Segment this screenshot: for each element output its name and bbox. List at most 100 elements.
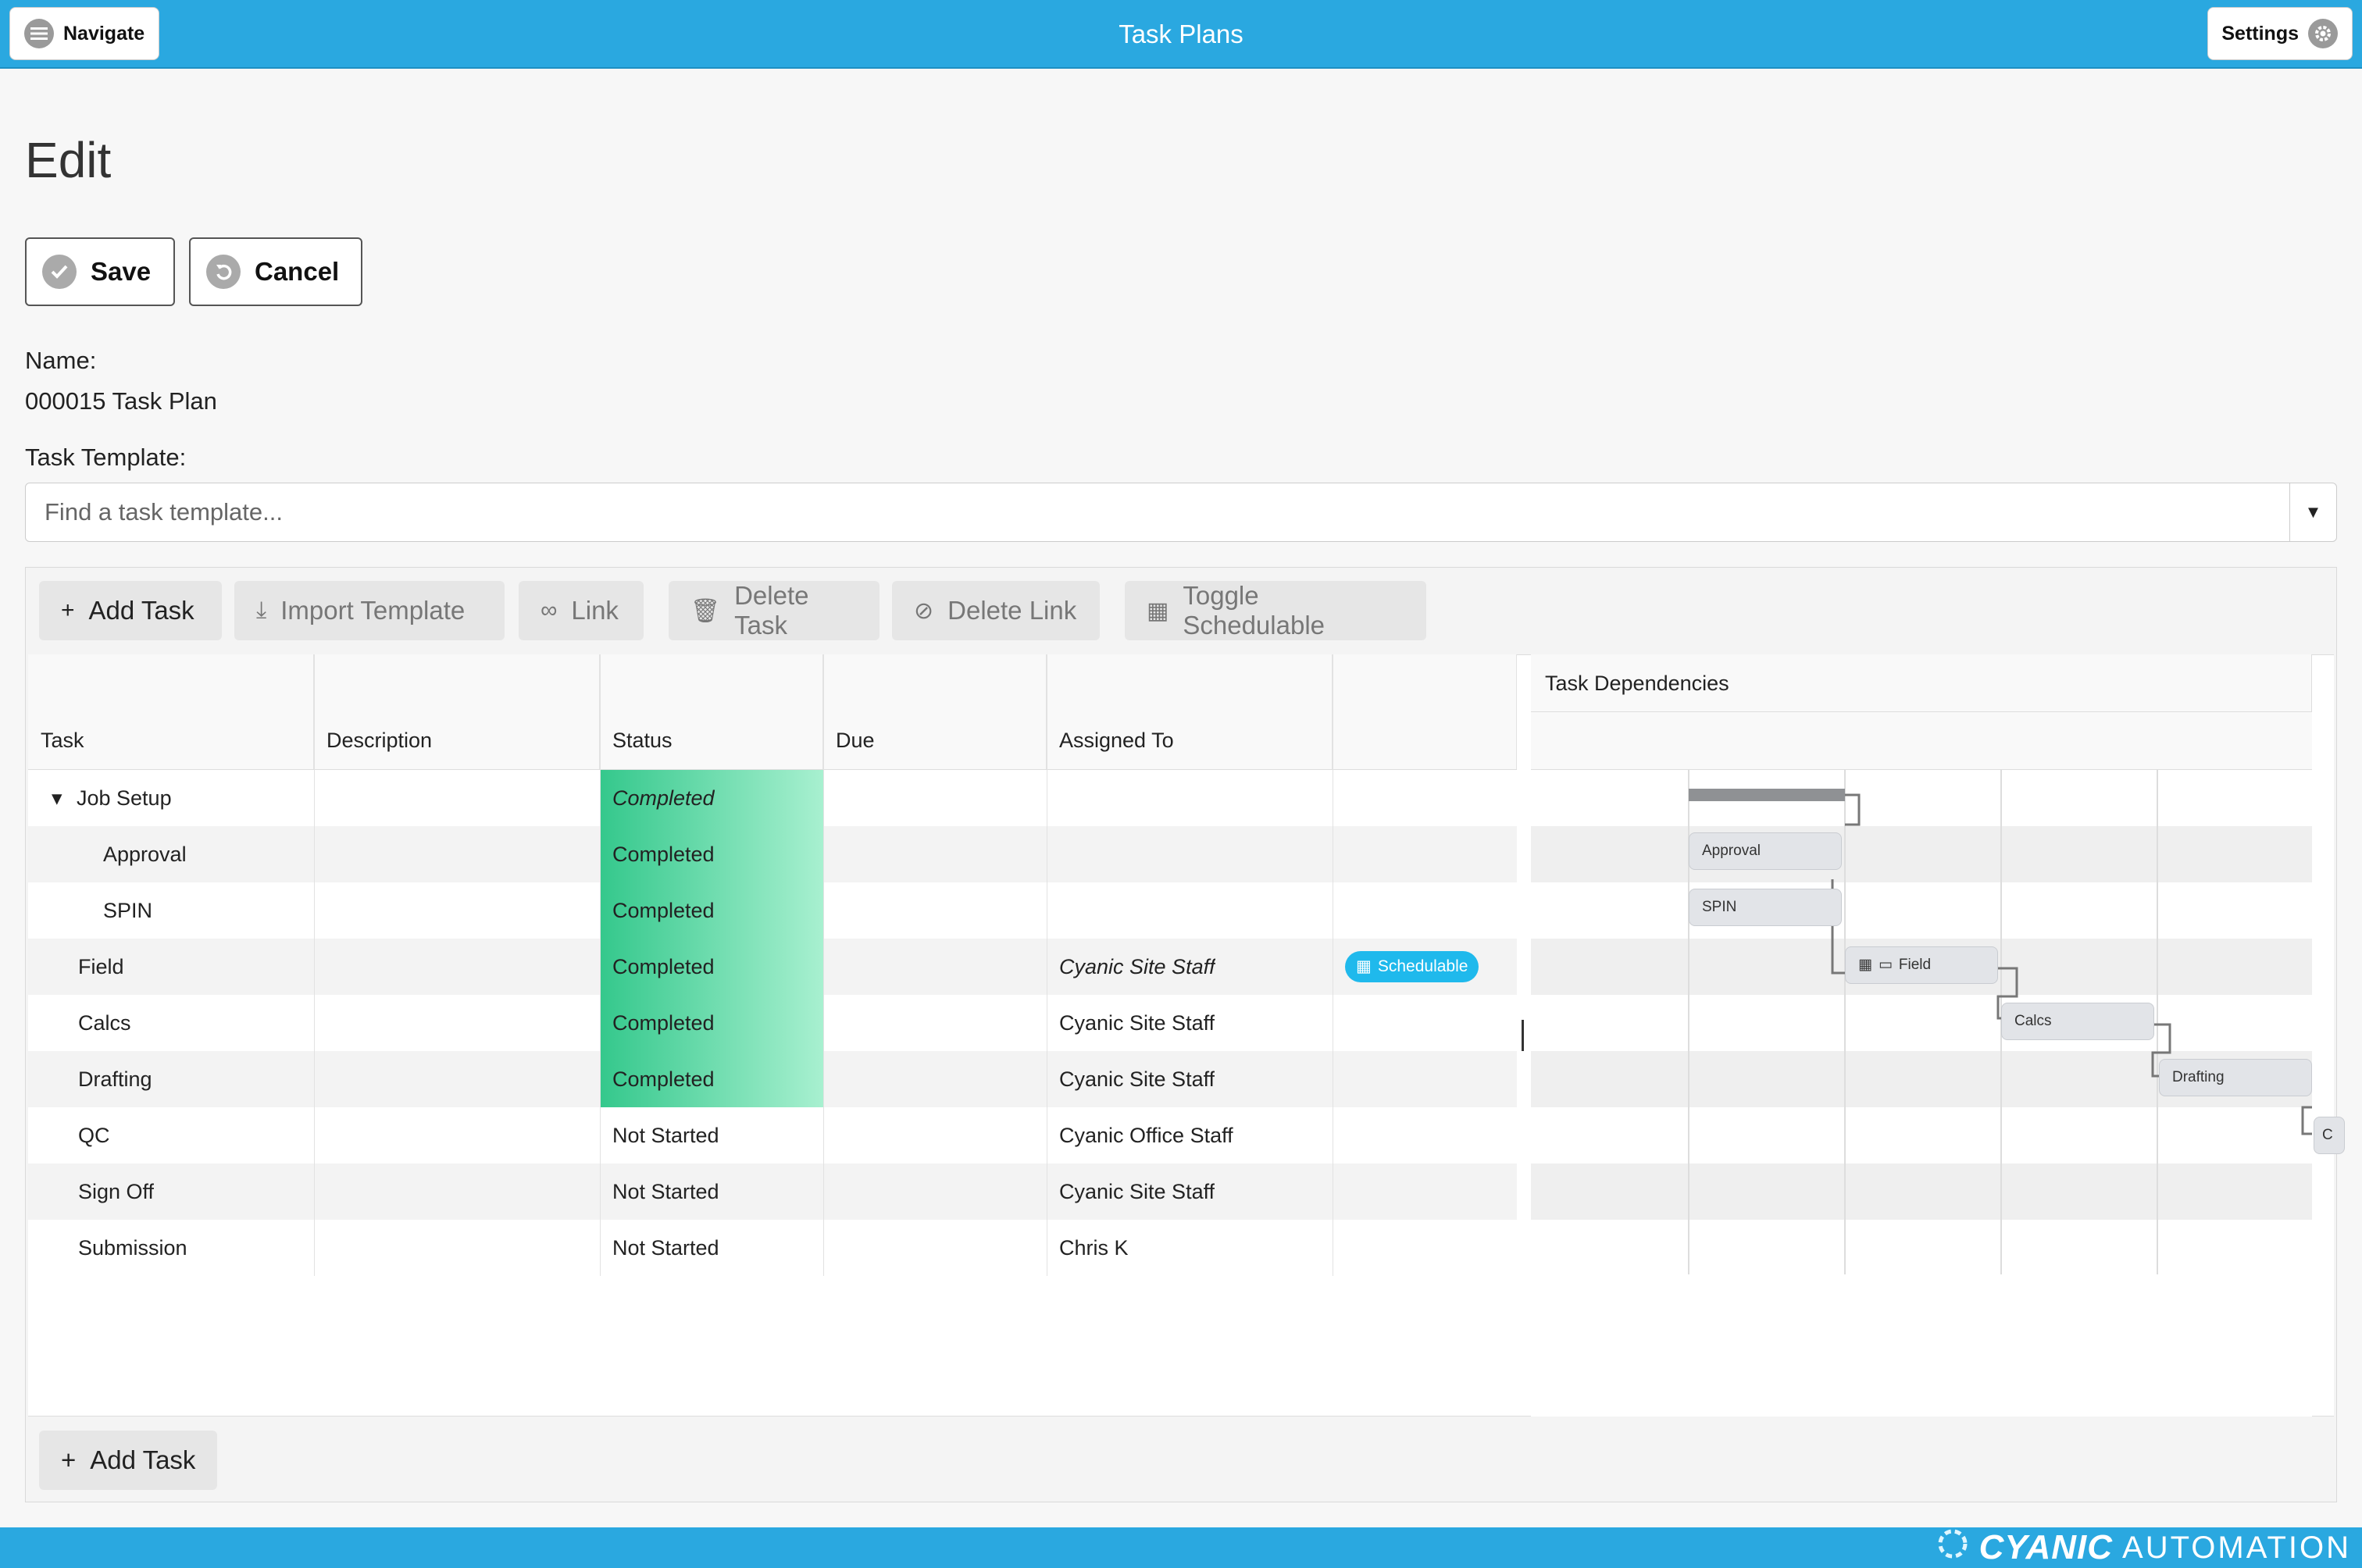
table-row[interactable]: Field Completed Cyanic Site Staff ▦ Sche… bbox=[28, 939, 1517, 995]
dropdown-caret-icon[interactable]: ▼ bbox=[2289, 483, 2336, 541]
brand-swirl-icon bbox=[1936, 1527, 1970, 1568]
col-divider bbox=[600, 654, 601, 1276]
save-button[interactable]: Save bbox=[25, 237, 175, 306]
gantt-bar-label: Field bbox=[1898, 957, 1932, 973]
delete-link-label: Delete Link bbox=[947, 596, 1077, 625]
status-value: Completed bbox=[612, 843, 715, 866]
status-value: Not Started bbox=[612, 1180, 719, 1203]
gantt-bar-label: Drafting bbox=[2172, 1069, 2225, 1085]
import-template-button[interactable]: ⤓ Import Template bbox=[234, 581, 505, 640]
navigate-label: Navigate bbox=[63, 22, 145, 45]
col-status-header[interactable]: Status bbox=[600, 654, 823, 770]
top-bar: Task Plans bbox=[0, 0, 2362, 69]
table-row[interactable]: SPIN Completed bbox=[28, 882, 1517, 939]
delete-link-button[interactable]: ⊘ Delete Link bbox=[892, 581, 1100, 640]
gantt-bar-spin[interactable]: SPIN bbox=[1689, 889, 1842, 926]
table-row[interactable]: Drafting Completed Cyanic Site Staff bbox=[28, 1051, 1517, 1107]
cancel-button[interactable]: Cancel bbox=[189, 237, 362, 306]
gantt-bar-qc[interactable]: C bbox=[2314, 1117, 2345, 1154]
status-value: Completed bbox=[612, 955, 715, 978]
app-title: Task Plans bbox=[1119, 20, 1243, 48]
brand-subtext: AUTOMATION bbox=[2122, 1530, 2351, 1565]
menu-icon bbox=[24, 19, 54, 48]
add-task-button[interactable]: + Add Task bbox=[39, 581, 222, 640]
status-value: Not Started bbox=[612, 1124, 719, 1147]
col-status-label: Status bbox=[612, 729, 673, 752]
assigned-value: Chris K bbox=[1059, 1236, 1129, 1260]
plus-icon: + bbox=[61, 597, 75, 623]
name-label: Name: bbox=[25, 347, 97, 374]
import-template-label: Import Template bbox=[280, 596, 466, 625]
gantt-chart[interactable]: Approval SPIN ▦ ▭ Field Calcs Drafting C bbox=[1531, 770, 2345, 1417]
task-name: Field bbox=[78, 955, 124, 978]
col-assigned-label: Assigned To bbox=[1059, 729, 1174, 752]
link-icon: ∞ bbox=[541, 597, 558, 623]
unlink-icon: ⊘ bbox=[914, 597, 934, 624]
gantt-bar-calcs[interactable]: Calcs bbox=[2001, 1003, 2154, 1040]
delete-task-label: Delete Task bbox=[734, 581, 809, 640]
assigned-value: Cyanic Site Staff bbox=[1059, 1011, 1215, 1035]
delete-task-button[interactable]: 🗑 Delete Task bbox=[669, 581, 880, 640]
timeline-scale-header bbox=[1531, 712, 2312, 770]
add-task-label: Add Task bbox=[88, 596, 194, 625]
table-row[interactable]: Submission Not Started Chris K bbox=[28, 1220, 1517, 1276]
grid-resizer-handle[interactable] bbox=[1522, 1020, 1524, 1051]
plus-icon: + bbox=[61, 1445, 77, 1474]
dependencies-label: Task Dependencies bbox=[1545, 672, 1729, 695]
template-label: Task Template: bbox=[25, 444, 187, 471]
check-icon bbox=[42, 255, 77, 289]
col-extra-header bbox=[1333, 654, 1517, 770]
save-label: Save bbox=[91, 257, 152, 286]
name-value: 000015 Task Plan bbox=[25, 387, 217, 415]
gantt-bar-label: Calcs bbox=[2014, 1013, 2052, 1029]
status-value: Completed bbox=[612, 1011, 715, 1035]
task-name: SPIN bbox=[103, 899, 153, 922]
status-value: Not Started bbox=[612, 1236, 719, 1260]
task-template-input[interactable] bbox=[26, 483, 2288, 541]
gantt-bar-field[interactable]: ▦ ▭ Field bbox=[1845, 946, 1998, 984]
gantt-bar-label: Approval bbox=[1702, 843, 1761, 859]
undo-icon bbox=[206, 255, 241, 289]
gantt-bar-drafting[interactable]: Drafting bbox=[2159, 1059, 2312, 1096]
comment-icon: ▭ bbox=[1878, 957, 1893, 973]
col-description-label: Description bbox=[326, 729, 433, 752]
bottom-add-task-label: Add Task bbox=[90, 1445, 196, 1474]
assigned-value: Cyanic Site Staff bbox=[1059, 1180, 1215, 1203]
bottom-add-task-button[interactable]: + Add Task bbox=[39, 1431, 218, 1490]
gantt-bar-label: SPIN bbox=[1702, 899, 1737, 915]
col-description-header[interactable]: Description bbox=[314, 654, 600, 770]
calendar-icon: ▦ bbox=[1858, 957, 1872, 973]
col-due-header[interactable]: Due bbox=[823, 654, 1047, 770]
table-row[interactable]: QC Not Started Cyanic Office Staff bbox=[28, 1107, 1517, 1164]
col-assigned-header[interactable]: Assigned To bbox=[1047, 654, 1333, 770]
settings-button[interactable]: Settings bbox=[2207, 7, 2353, 60]
brand-logo: CYANIC AUTOMATION bbox=[1936, 1527, 2351, 1568]
table-row[interactable]: Calcs Completed Cyanic Site Staff bbox=[28, 995, 1517, 1051]
assigned-value: Cyanic Site Staff bbox=[1059, 955, 1215, 978]
table-row[interactable]: Sign Off Not Started Cyanic Site Staff bbox=[28, 1164, 1517, 1220]
footer-bar: CYANIC AUTOMATION bbox=[0, 1527, 2362, 1568]
gantt-bar-approval[interactable]: Approval bbox=[1689, 832, 1842, 870]
trash-icon: 🗑 bbox=[690, 597, 721, 624]
toggle-schedulable-button[interactable]: ▦ Toggle Schedulable bbox=[1125, 581, 1426, 640]
schedulable-badge[interactable]: ▦ Schedulable bbox=[1345, 951, 1479, 982]
schedulable-label: Schedulable bbox=[1377, 957, 1468, 975]
col-task-label: Task bbox=[41, 729, 84, 752]
table-row[interactable]: Approval Completed bbox=[28, 826, 1517, 882]
link-button[interactable]: ∞ Link bbox=[519, 581, 644, 640]
col-task-header[interactable]: Task bbox=[28, 654, 314, 770]
navigate-button[interactable]: Navigate bbox=[9, 7, 159, 60]
collapse-icon[interactable]: ▾ bbox=[52, 770, 62, 826]
task-template-combobox[interactable]: ▼ bbox=[25, 483, 2337, 542]
status-value: Completed bbox=[612, 899, 715, 922]
page-title: Edit bbox=[25, 132, 112, 188]
calendar-icon: ▦ bbox=[1147, 597, 1169, 624]
table-row[interactable]: ▾ Job Setup Completed bbox=[28, 770, 1517, 826]
col-divider bbox=[314, 654, 315, 1276]
gantt-bar-label: C bbox=[2322, 1127, 2333, 1143]
task-name: Drafting bbox=[78, 1067, 152, 1091]
import-icon: ⤓ bbox=[256, 597, 267, 623]
task-name: QC bbox=[78, 1124, 110, 1147]
calendar-icon: ▦ bbox=[1356, 957, 1372, 975]
col-due-label: Due bbox=[836, 729, 875, 752]
